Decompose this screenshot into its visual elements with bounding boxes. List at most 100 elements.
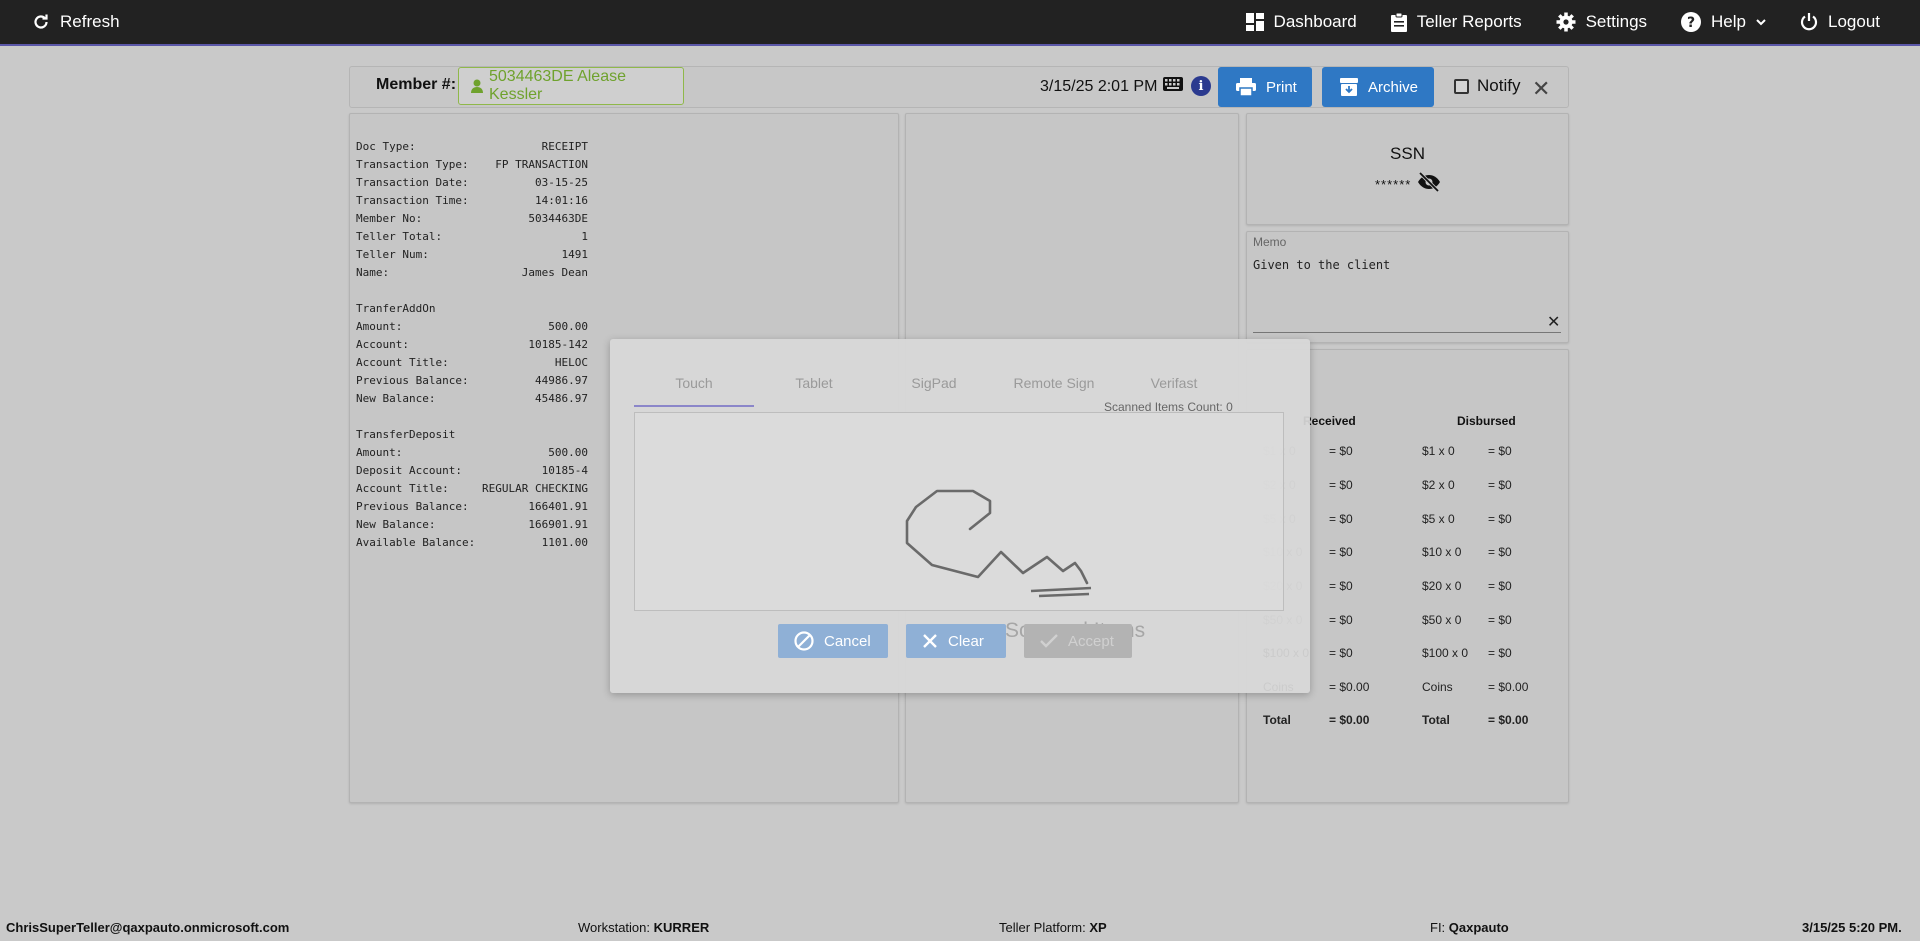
check-icon xyxy=(1040,634,1058,648)
memo-input[interactable]: Given to the client xyxy=(1253,258,1390,272)
receipt-value: 500.00 xyxy=(548,320,588,333)
tab-remote-sign[interactable]: Remote Sign xyxy=(994,375,1114,407)
memo-panel: Memo Given to the client ✕ xyxy=(1246,231,1569,343)
print-button[interactable]: Print xyxy=(1218,67,1312,107)
info-icon[interactable]: i xyxy=(1191,76,1211,96)
refresh-button[interactable]: Refresh xyxy=(32,0,120,44)
close-icon[interactable]: ✕ xyxy=(1532,76,1550,102)
member-header: Member #: 5034463DE Alease Kessler 3/15/… xyxy=(349,66,1569,108)
tab-touch[interactable]: Touch xyxy=(634,375,754,407)
fi-value: Qaxpauto xyxy=(1448,920,1509,935)
receipt-value: 45486.97 xyxy=(535,392,588,405)
receipt-key: Doc Type: xyxy=(356,140,416,153)
receipt-line: Deposit Account: 10185-4 xyxy=(356,462,588,480)
receipt-value: FP TRANSACTION xyxy=(495,158,588,171)
signature-canvas[interactable] xyxy=(634,412,1284,611)
refresh-label: Refresh xyxy=(60,12,120,31)
cash-cell-d-label: $5 x 0 xyxy=(1422,512,1455,526)
receipt-line: Name: James Dean xyxy=(356,264,588,282)
receipt-line: Member No: 5034463DE xyxy=(356,210,588,228)
workstation-label: Workstation: xyxy=(578,920,651,935)
receipt-key: Account Title: xyxy=(356,356,449,369)
cash-cell-d-label: $100 x 0 xyxy=(1422,646,1469,660)
receipt-line: Previous Balance: 44986.97 xyxy=(356,372,588,390)
help-icon: ? xyxy=(1681,12,1702,32)
signature-modal: Touch Tablet SigPad Remote Sign Verifast… xyxy=(610,339,1310,693)
platform-label: Teller Platform: xyxy=(999,920,1086,935)
receipt-line: Amount: 500.00 xyxy=(356,318,588,336)
cash-cell-d-val: = $0 xyxy=(1488,512,1512,526)
disbursed-header: Disbursed xyxy=(1457,414,1516,428)
clipboard-icon xyxy=(1390,12,1407,32)
nav-help[interactable]: ? Help xyxy=(1681,12,1766,32)
checkbox-icon xyxy=(1454,78,1469,94)
platform-value: XP xyxy=(1089,920,1107,935)
archive-label: Archive xyxy=(1368,78,1419,96)
close-icon xyxy=(922,633,938,649)
keyboard-icon[interactable] xyxy=(1163,77,1183,96)
receipt-line: Transaction Time: 14:01:16 xyxy=(356,192,588,210)
receipt-line: Teller Num: 1491 xyxy=(356,246,588,264)
cancel-button[interactable]: Cancel xyxy=(778,624,888,658)
receipt-line: Account Title: HELOC xyxy=(356,354,588,372)
receipt-key: TransferDeposit xyxy=(356,428,456,441)
receipt-line: Account: 10185-142 xyxy=(356,336,588,354)
ssn-panel: SSN ****** xyxy=(1246,113,1569,225)
receipt-value: HELOC xyxy=(554,356,588,369)
top-nav-bar: Refresh Dashboard Teller Reports Setting… xyxy=(0,0,1920,46)
receipt-value: 1 xyxy=(581,230,588,243)
notify-checkbox[interactable]: Notify xyxy=(1454,76,1520,96)
tab-sigpad[interactable]: SigPad xyxy=(874,375,994,407)
memo-label: Memo xyxy=(1253,235,1287,249)
archive-button[interactable]: Archive xyxy=(1322,67,1434,107)
receipt-key: Transaction Date: xyxy=(356,176,469,189)
cash-cell-d-label: Coins xyxy=(1422,680,1453,694)
status-workstation: Workstation: KURRER xyxy=(578,920,709,935)
cash-cell-r-val: = $0 xyxy=(1329,478,1353,492)
member-chip[interactable]: 5034463DE Alease Kessler xyxy=(458,67,684,105)
accept-label: Accept xyxy=(1068,632,1114,650)
nav-teller-reports[interactable]: Teller Reports xyxy=(1390,12,1522,32)
receipt-value: James Dean xyxy=(521,266,588,279)
nav-dashboard[interactable]: Dashboard xyxy=(1245,12,1357,32)
nav-logout[interactable]: Logout xyxy=(1800,12,1880,32)
nav-settings[interactable]: Settings xyxy=(1556,12,1647,32)
receipt-value: 5034463DE xyxy=(528,212,588,225)
cash-cell-d-val: = $0 xyxy=(1488,579,1512,593)
receipt-key: Name: xyxy=(356,266,390,279)
eye-slash-icon[interactable] xyxy=(1417,171,1441,197)
receipt-value: 1491 xyxy=(561,248,589,261)
receipt-key: Deposit Account: xyxy=(356,464,462,477)
accept-button[interactable]: Accept xyxy=(1024,624,1132,658)
receipt-text: Doc Type: RECEIPT Transaction Type: FP TRAN… xyxy=(356,138,588,552)
memo-clear-icon[interactable]: ✕ xyxy=(1547,312,1560,332)
nav-dashboard-label: Dashboard xyxy=(1273,12,1357,31)
receipt-value: 14:01:16 xyxy=(535,194,588,207)
nav-settings-label: Settings xyxy=(1585,12,1648,31)
receipt-line: New Balance: 166901.91 xyxy=(356,516,588,534)
member-chip-label: 5034463DE Alease Kessler xyxy=(489,68,626,103)
tab-tablet[interactable]: Tablet xyxy=(754,375,874,407)
ssn-title: SSN xyxy=(1390,144,1425,163)
clear-button[interactable]: Clear xyxy=(906,624,1006,658)
receipt-key: Previous Balance: xyxy=(356,500,469,513)
receipt-value: REGULAR CHECKING xyxy=(482,482,588,495)
receipt-line: Transaction Date: 03-15-25 xyxy=(356,174,588,192)
chevron-down-icon xyxy=(1756,18,1766,26)
receipt-value: 10185-142 xyxy=(528,338,588,351)
cash-cell-r-val: = $0 xyxy=(1329,613,1353,627)
cash-cell-d-val: = $0.00 xyxy=(1488,713,1529,727)
received-header: Received xyxy=(1303,414,1356,428)
cash-cell-r-label: Total xyxy=(1263,713,1291,727)
cash-cell-r-val: = $0 xyxy=(1329,444,1353,458)
cash-cell-d-label: Total xyxy=(1422,713,1450,727)
receipt-line: Transaction Type: FP TRANSACTION xyxy=(356,156,588,174)
receipt-line: TransferDeposit xyxy=(356,426,588,444)
cash-cell-r-val: = $0 xyxy=(1329,545,1353,559)
clear-label: Clear xyxy=(948,632,984,650)
receipt-line: Available Balance: 1101.00 xyxy=(356,534,588,552)
status-datetime: 3/15/25 5:20 PM. xyxy=(1802,920,1902,935)
cash-cell-r-val: = $0 xyxy=(1329,646,1353,660)
nav-teller-reports-label: Teller Reports xyxy=(1416,12,1522,31)
workstation-value: KURRER xyxy=(653,920,710,935)
